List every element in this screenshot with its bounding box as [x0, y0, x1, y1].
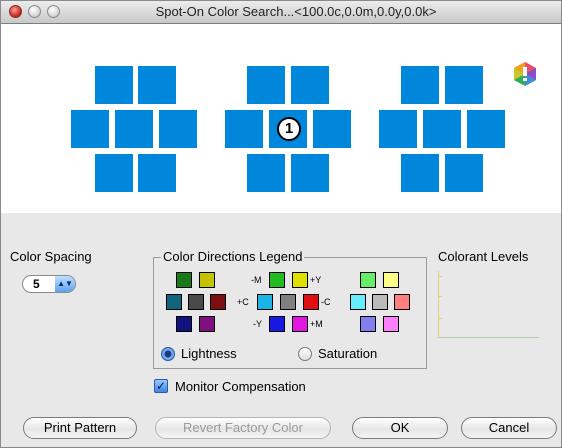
color-swatch-tile[interactable]: [115, 110, 153, 148]
color-swatch-tile[interactable]: [401, 66, 439, 104]
color-swatch-tile[interactable]: [95, 66, 133, 104]
color-spacing-value: 5: [33, 277, 40, 291]
legend-swatch: [199, 316, 215, 332]
legend-swatch: [269, 316, 285, 332]
color-swatch-tile[interactable]: [291, 154, 329, 192]
color-swatch-tile[interactable]: [95, 154, 133, 192]
legend-swatch: [383, 316, 399, 332]
legend-swatch: [280, 294, 296, 310]
legend-swatch: [383, 272, 399, 288]
color-swatch-tile[interactable]: [445, 154, 483, 192]
colorant-levels-graph: [438, 271, 539, 338]
legend-swatch: [269, 272, 285, 288]
minimize-window-button[interactable]: [28, 5, 41, 18]
legend-label-plus-c: +C: [237, 297, 249, 307]
legend-label-minus-y: -Y: [253, 319, 262, 329]
legend-swatch: [292, 272, 308, 288]
color-swatch-tile[interactable]: [445, 66, 483, 104]
color-swatch-tile[interactable]: [291, 66, 329, 104]
color-swatch-tile[interactable]: [138, 154, 176, 192]
zoom-window-button[interactable]: [47, 5, 60, 18]
legend-swatch: [292, 316, 308, 332]
monitor-compensation-label[interactable]: Monitor Compensation: [175, 379, 306, 394]
selected-swatch-badge: 1: [277, 117, 301, 141]
color-swatch-tile[interactable]: [423, 110, 461, 148]
legend-swatch: [199, 272, 215, 288]
title-bar: Spot-On Color Search...<100.0c,0.0m,0.0y…: [1, 1, 561, 24]
legend-title: Color Directions Legend: [161, 249, 305, 264]
color-spacing-label: Color Spacing: [10, 249, 92, 264]
legend-label-minus-m: -M: [251, 275, 262, 285]
legend-swatch: [303, 294, 319, 310]
colorant-levels-label: Colorant Levels: [438, 249, 529, 264]
color-swatch-tile[interactable]: [159, 110, 197, 148]
legend-swatch: [188, 294, 204, 310]
legend-swatch: [350, 294, 366, 310]
color-spacing-dropdown[interactable]: 5 ▲▼: [22, 275, 76, 293]
legend-swatch: [210, 294, 226, 310]
legend-label-plus-m: +M: [310, 319, 323, 329]
legend-label-minus-c: -C: [321, 297, 331, 307]
legend-swatch: [176, 316, 192, 332]
color-preview-area: 1: [1, 24, 561, 213]
print-pattern-button[interactable]: Print Pattern: [23, 417, 137, 439]
level-tick: [438, 296, 442, 297]
color-swatch-tile[interactable]: [467, 110, 505, 148]
color-swatch-tile[interactable]: [71, 110, 109, 148]
color-swatch-tile[interactable]: [247, 154, 285, 192]
revert-factory-color-button[interactable]: Revert Factory Color: [155, 417, 331, 439]
saturation-radio[interactable]: [298, 347, 312, 361]
ok-button[interactable]: OK: [352, 417, 448, 439]
saturation-label[interactable]: Saturation: [318, 346, 377, 361]
legend-swatch: [176, 272, 192, 288]
lightness-label[interactable]: Lightness: [181, 346, 237, 361]
color-swatch-tile[interactable]: [401, 154, 439, 192]
legend-swatch: [257, 294, 273, 310]
spot-on-color-search-window: Spot-On Color Search...<100.0c,0.0m,0.0y…: [0, 0, 562, 448]
color-swatch-tile[interactable]: [138, 66, 176, 104]
level-tick: [438, 318, 442, 319]
level-tick: [438, 276, 442, 277]
legend-swatch: [372, 294, 388, 310]
color-swatch-tile[interactable]: [247, 66, 285, 104]
color-swatch-tile[interactable]: [313, 110, 351, 148]
gamut-warning-icon[interactable]: [514, 62, 536, 86]
close-window-button[interactable]: [9, 5, 22, 18]
dropdown-arrow-icon: ▲▼: [55, 276, 75, 292]
lightness-radio[interactable]: [161, 347, 175, 361]
color-swatch-tile[interactable]: [225, 110, 263, 148]
cancel-button[interactable]: Cancel: [461, 417, 557, 439]
legend-swatch: [360, 272, 376, 288]
legend-swatch: [360, 316, 376, 332]
legend-swatch: [394, 294, 410, 310]
legend-swatch: [166, 294, 182, 310]
color-swatch-tile[interactable]: [379, 110, 417, 148]
window-title: Spot-On Color Search...<100.0c,0.0m,0.0y…: [155, 4, 437, 19]
monitor-compensation-checkbox[interactable]: ✓: [154, 379, 168, 393]
legend-label-plus-y: +Y: [310, 275, 322, 285]
